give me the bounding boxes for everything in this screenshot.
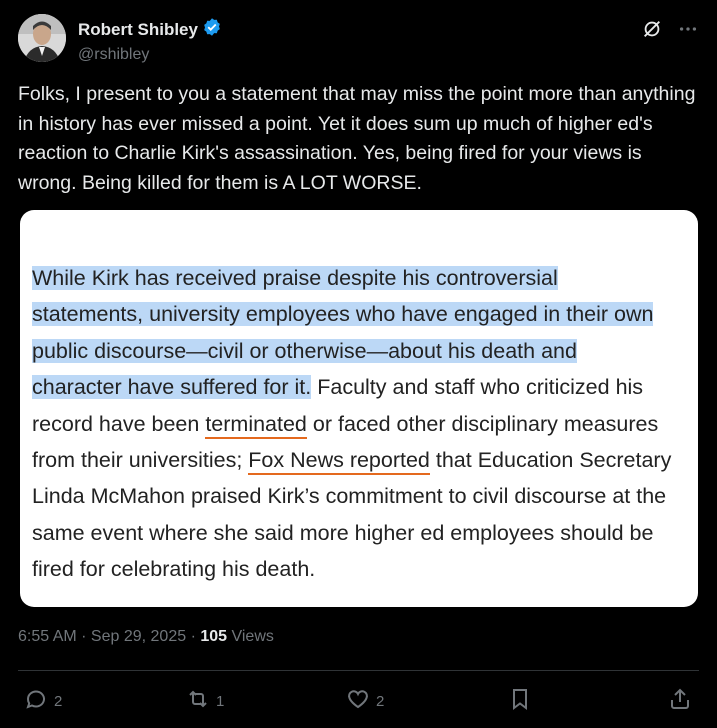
tweet-meta: 6:55 AM · Sep 29, 2025 · 105 Views: [18, 628, 274, 646]
like-count: 2: [376, 692, 385, 710]
article-excerpt: While Kirk has received praise despite h…: [32, 260, 698, 588]
author-handle[interactable]: @rshibley: [78, 46, 222, 64]
grok-icon[interactable]: [641, 18, 663, 45]
share-button[interactable]: [668, 687, 692, 715]
verified-badge-icon: [202, 17, 222, 42]
author-display-name[interactable]: Robert Shibley: [78, 20, 198, 40]
reply-count: 2: [54, 692, 63, 710]
author-name-row[interactable]: Robert Shibley: [78, 17, 222, 42]
terminated-link: terminated: [205, 411, 307, 439]
views-count: 105: [200, 628, 228, 645]
tweet-time[interactable]: 6:55 AM: [18, 628, 77, 645]
fox-news-link: Fox News reported: [248, 448, 430, 476]
action-bar: 2 1 2: [18, 683, 699, 717]
tweet-date[interactable]: Sep 29, 2025: [91, 628, 186, 645]
tweet-header: Robert Shibley @rshibley: [18, 14, 699, 66]
share-icon: [668, 687, 692, 715]
bookmark-icon: [508, 687, 532, 715]
retweet-count: 1: [216, 692, 225, 710]
reply-icon: [24, 687, 48, 715]
reply-button[interactable]: 2: [24, 687, 62, 715]
avatar[interactable]: [18, 14, 66, 62]
tweet-text: Folks, I present to you a statement that…: [18, 83, 696, 194]
attached-image[interactable]: While Kirk has received praise despite h…: [20, 210, 698, 607]
bookmark-button[interactable]: [508, 687, 532, 715]
meta-separator: ·: [186, 628, 201, 645]
retweet-button[interactable]: 1: [186, 687, 224, 715]
more-options-icon[interactable]: [677, 18, 699, 45]
views-label: Views: [227, 628, 274, 645]
heart-icon: [346, 687, 370, 715]
meta-separator: ·: [76, 628, 91, 645]
retweet-icon: [186, 687, 210, 715]
divider: [18, 670, 699, 671]
like-button[interactable]: 2: [346, 687, 384, 715]
